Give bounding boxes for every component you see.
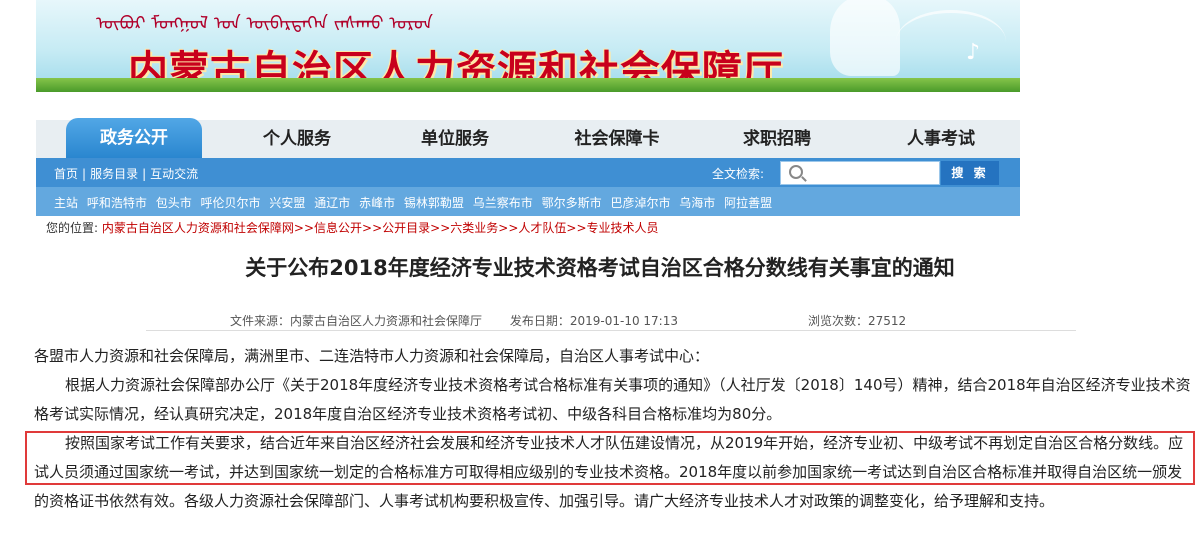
- city-links-bar: 主站 呼和浩特市 包头市 呼伦贝尔市 兴安盟 通辽市 赤峰市 锡林郭勒盟 乌兰察…: [36, 187, 1020, 216]
- horse-emblem-icon: [830, 0, 900, 76]
- city-link[interactable]: 乌兰察布市: [473, 196, 533, 210]
- banner-mongolian-text: ᠥᠪᠦᠷ ᠮᠣᠩᠭᠣᠯ ᠤᠨ ᠥᠪᠡᠷᠲᠡᠭᠡᠨ ᠵᠠᠰᠠᠬᠤ ᠣᠷᠣᠨ: [96, 13, 433, 34]
- city-link[interactable]: 通辽市: [314, 196, 350, 210]
- search-box[interactable]: [780, 161, 940, 185]
- link-home[interactable]: 首页: [54, 167, 78, 181]
- search-input[interactable]: [807, 164, 937, 182]
- tab-personal-services[interactable]: 个人服务: [232, 120, 362, 158]
- link-interaction[interactable]: 互动交流: [150, 167, 198, 181]
- city-link[interactable]: 锡林郭勒盟: [404, 196, 464, 210]
- breadcrumb-item[interactable]: 内蒙古自治区人力资源和社会保障网: [102, 221, 294, 235]
- city-link[interactable]: 赤峰市: [359, 196, 395, 210]
- breadcrumb-item[interactable]: 信息公开: [314, 221, 362, 235]
- article-views: 浏览次数：27512: [808, 314, 907, 328]
- article-title: 关于公布2018年度经济专业技术资格考试自治区合格分数线有关事宜的通知: [245, 256, 955, 280]
- music-note-icon: ♪: [965, 40, 980, 65]
- breadcrumb-item[interactable]: 六类业务: [450, 221, 498, 235]
- quick-links: 首页 | 服务目录 | 互动交流: [54, 167, 199, 181]
- site-banner: ᠥᠪᠦᠷ ᠮᠣᠩᠭᠣᠯ ᠤᠨ ᠥᠪᠡᠷᠲᠡᠭᠡᠨ ᠵᠠᠰᠠᠬᠤ ᠣᠷᠣᠨ ♪ 内…: [36, 0, 1020, 92]
- sub-nav-bar: 首页 | 服务目录 | 互动交流 全文检索: 搜 索: [36, 158, 1020, 187]
- breadcrumb: 您的位置: 内蒙古自治区人力资源和社会保障网>>信息公开>>公开目录>>六类业务…: [46, 221, 659, 235]
- city-link[interactable]: 兴安盟: [269, 196, 305, 210]
- banner-decoration: [896, 10, 1006, 73]
- article-meta: 文件来源：内蒙古自治区人力资源和社会保障厅 发布日期：2019-01-10 17…: [230, 312, 906, 329]
- city-link[interactable]: 鄂尔多斯市: [542, 196, 602, 210]
- breadcrumb-item[interactable]: 公开目录: [382, 221, 430, 235]
- tab-personnel-exams[interactable]: 人事考试: [876, 120, 1006, 158]
- main-nav: 政务公开 个人服务 单位服务 社会保障卡 求职招聘 人事考试: [36, 118, 1020, 158]
- divider: [146, 330, 1076, 331]
- city-link[interactable]: 阿拉善盟: [724, 196, 772, 210]
- city-links: 主站 呼和浩特市 包头市 呼伦贝尔市 兴安盟 通辽市 赤峰市 锡林郭勒盟 乌兰察…: [54, 194, 777, 211]
- banner-grassland: [36, 78, 1020, 92]
- breadcrumb-prefix: 您的位置:: [46, 221, 99, 235]
- article-salutation: 各盟市人力资源和社会保障局，满洲里市、二连浩特市人力资源和社会保障局，自治区人事…: [34, 347, 710, 365]
- article-paragraph-1: 根据人力资源社会保障部办公厅《关于2018年度经济专业技术资格考试合格标准有关事…: [34, 376, 1191, 423]
- search-label: 全文检索:: [712, 167, 765, 181]
- link-service-directory[interactable]: 服务目录: [90, 167, 138, 181]
- search-icon: [789, 165, 803, 179]
- city-link[interactable]: 包头市: [156, 196, 192, 210]
- city-link[interactable]: 乌海市: [679, 196, 715, 210]
- city-link[interactable]: 主站: [54, 196, 78, 210]
- article-date: 发布日期：2019-01-10 17:13: [509, 314, 678, 328]
- article-paragraph-2: 按照国家考试工作有关要求，结合近年来自治区经济社会发展和经济专业技术人才队伍建设…: [34, 434, 1184, 510]
- tab-social-security-card[interactable]: 社会保障卡: [552, 120, 682, 158]
- breadcrumb-item[interactable]: 人才队伍: [518, 221, 566, 235]
- tab-job-recruitment[interactable]: 求职招聘: [712, 120, 842, 158]
- article-body: 各盟市人力资源和社会保障局，满洲里市、二连浩特市人力资源和社会保障局，自治区人事…: [34, 342, 1194, 516]
- article-source: 文件来源：内蒙古自治区人力资源和社会保障厅: [230, 314, 483, 328]
- city-link[interactable]: 巴彦淖尔市: [610, 196, 670, 210]
- tab-government-affairs[interactable]: 政务公开: [66, 118, 202, 158]
- tab-employer-services[interactable]: 单位服务: [390, 120, 520, 158]
- search-button[interactable]: 搜 索: [941, 161, 999, 185]
- city-link[interactable]: 呼伦贝尔市: [201, 196, 261, 210]
- breadcrumb-item[interactable]: 专业技术人员: [587, 221, 659, 235]
- city-link[interactable]: 呼和浩特市: [87, 196, 147, 210]
